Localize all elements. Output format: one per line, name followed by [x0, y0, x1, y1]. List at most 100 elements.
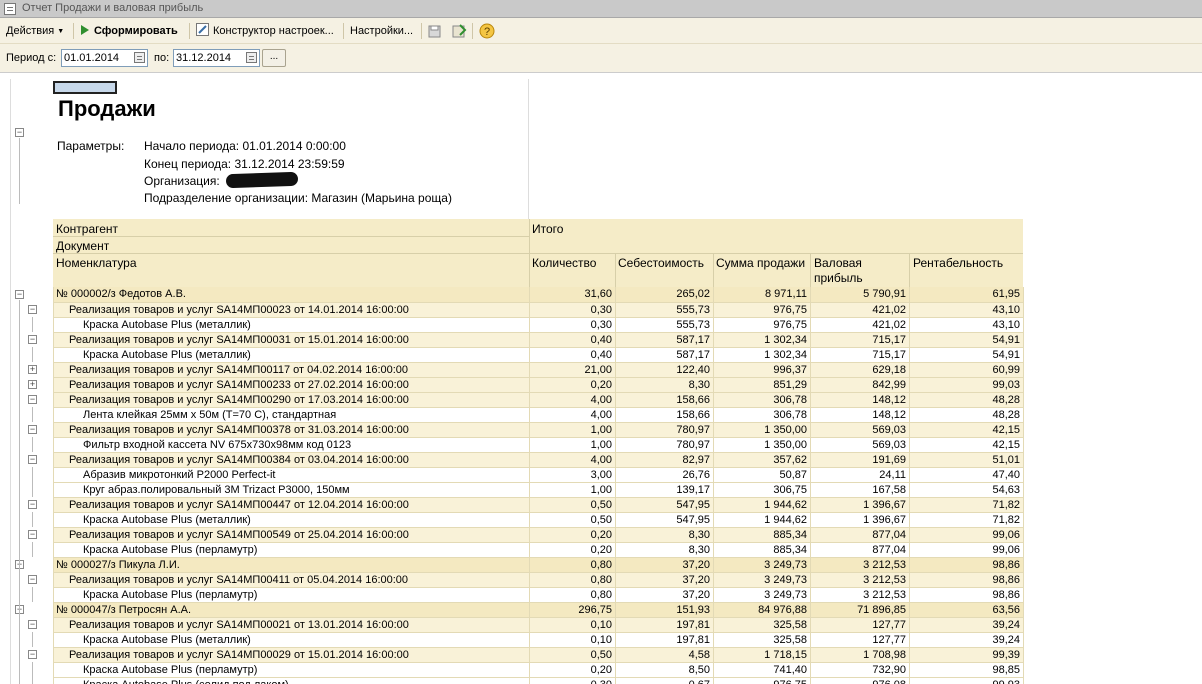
- row-gross-profit: 842,99: [810, 377, 910, 393]
- row-cost: 8,30: [615, 377, 714, 393]
- row-cost: 37,20: [615, 587, 714, 603]
- col-cost: Себестоимость: [618, 256, 705, 270]
- tree-line: [32, 407, 33, 422]
- calendar-icon[interactable]: [134, 52, 145, 63]
- item-row[interactable]: Абразив микротонкий P2000 Perfect-it 3,00…: [53, 467, 1024, 483]
- row-profitability: 54,91: [909, 332, 1024, 348]
- item-row[interactable]: Краска Autobase Plus (металлик) 0,10 197,8…: [53, 632, 1024, 648]
- item-row[interactable]: Краска Autobase Plus (металлик) 0,30 555,7…: [53, 317, 1024, 333]
- item-row[interactable]: Краска Autobase Plus (перламутр) 0,20 8,30…: [53, 542, 1024, 558]
- row-quantity: 0,40: [529, 332, 616, 348]
- row-gross-profit: 629,18: [810, 362, 910, 378]
- generate-button[interactable]: Сформировать: [81, 22, 178, 40]
- counterparty-row[interactable]: № 000047/з Петросян А.А. 296,75 151,93 84 9…: [53, 602, 1024, 618]
- settings-button[interactable]: Настройки...: [350, 22, 413, 40]
- row-name: Реализация товаров и услуг SA14МП00117 о…: [53, 362, 530, 378]
- row-cost: 4,58: [615, 647, 714, 663]
- item-row[interactable]: Фильтр входной кассета NV 675х730х98мм к…: [53, 437, 1024, 453]
- document-row[interactable]: Реализация товаров и услуг SA14МП00021 о…: [53, 617, 1024, 633]
- column-header: Контрагент Документ Номенклатура Итого К…: [53, 219, 1023, 287]
- row-profitability: 48,28: [909, 407, 1024, 423]
- document-row[interactable]: Реализация товаров и услуг SA14МП00031 о…: [53, 332, 1024, 348]
- row-quantity: 0,50: [529, 497, 616, 513]
- row-cost: 37,20: [615, 572, 714, 588]
- row-profitability: 47,40: [909, 467, 1024, 483]
- row-name: Реализация товаров и услуг SA14МП00378 о…: [53, 422, 530, 438]
- collapse-icon[interactable]: −: [28, 395, 37, 404]
- expand-icon[interactable]: +: [28, 380, 37, 389]
- expand-icon[interactable]: +: [28, 365, 37, 374]
- collapse-icon[interactable]: −: [28, 335, 37, 344]
- save-settings-icon[interactable]: [427, 23, 443, 39]
- collapse-icon[interactable]: −: [28, 530, 37, 539]
- counterparty-row[interactable]: № 000002/з Федотов А.В. 31,60 265,02 8 971,…: [53, 287, 1024, 303]
- row-gross-profit: 877,04: [810, 527, 910, 543]
- row-quantity: 3,00: [529, 467, 616, 483]
- row-cost: 122,40: [615, 362, 714, 378]
- grouping-gutter: [10, 79, 11, 684]
- calendar-icon[interactable]: [246, 52, 257, 63]
- row-cost: 587,17: [615, 332, 714, 348]
- document-row[interactable]: Реализация товаров и услуг SA14МП00233 о…: [53, 377, 1024, 393]
- row-gross-profit: 715,17: [810, 347, 910, 363]
- document-row[interactable]: Реализация товаров и услуг SA14МП00378 о…: [53, 422, 1024, 438]
- row-name: Абразив микротонкий P2000 Perfect-it: [53, 467, 530, 483]
- collapse-icon[interactable]: −: [28, 650, 37, 659]
- item-row[interactable]: Круг абраз.полировальный 3M Trizact P300…: [53, 482, 1024, 498]
- period-from-field[interactable]: 01.01.2014: [61, 49, 148, 67]
- param-period-start: Начало периода: 01.01.2014 0:00:00: [144, 139, 346, 153]
- group-header-document: Документ: [56, 239, 110, 253]
- period-select-button[interactable]: ...: [262, 49, 286, 67]
- row-gross-profit: 976,08: [810, 677, 910, 684]
- row-sales-sum: 1 350,00: [713, 437, 811, 453]
- collapse-icon[interactable]: −: [28, 425, 37, 434]
- tree-line: [32, 632, 33, 647]
- collapse-header-icon[interactable]: −: [15, 128, 24, 137]
- collapse-icon[interactable]: −: [28, 500, 37, 509]
- row-profitability: 43,10: [909, 302, 1024, 318]
- tree-line: [19, 300, 20, 684]
- collapse-icon[interactable]: −: [15, 290, 24, 299]
- row-cost: 8,50: [615, 662, 714, 678]
- collapse-icon[interactable]: −: [28, 455, 37, 464]
- document-row[interactable]: Реализация товаров и услуг SA14МП00411 о…: [53, 572, 1024, 588]
- toolbar-separator: [421, 23, 422, 39]
- counterparty-row[interactable]: № 000027/з Пикула Л.И. 0,80 37,20 3 249,73 3…: [53, 557, 1024, 573]
- document-row[interactable]: Реализация товаров и услуг SA14МП00023 о…: [53, 302, 1024, 318]
- settings-constructor-button[interactable]: Конструктор настроек...: [196, 22, 334, 40]
- row-gross-profit: 421,02: [810, 317, 910, 333]
- row-sales-sum: 3 249,73: [713, 572, 811, 588]
- actions-menu-button[interactable]: Действия ▼: [6, 22, 64, 40]
- selected-cell[interactable]: [53, 81, 117, 94]
- row-name: № 000002/з Федотов А.В.: [53, 287, 530, 303]
- item-row[interactable]: Лента клейкая 25мм х 50м (Т=70 С), станд…: [53, 407, 1024, 423]
- document-row[interactable]: Реализация товаров и услуг SA14МП00290 о…: [53, 392, 1024, 408]
- document-row[interactable]: Реализация товаров и услуг SA14МП00384 о…: [53, 452, 1024, 468]
- header-divider: [528, 79, 529, 219]
- row-sales-sum: 325,58: [713, 617, 811, 633]
- collapse-icon[interactable]: −: [28, 575, 37, 584]
- collapse-icon[interactable]: −: [28, 305, 37, 314]
- row-gross-profit: 3 212,53: [810, 572, 910, 588]
- item-row[interactable]: Краска Autobase Plus (металлик) 0,50 547,9…: [53, 512, 1024, 528]
- period-to-field[interactable]: 31.12.2014: [173, 49, 260, 67]
- item-row[interactable]: Краска Autobase Plus (металлик) 0,40 587,1…: [53, 347, 1024, 363]
- row-name: Фильтр входной кассета NV 675х730х98мм к…: [53, 437, 530, 453]
- row-profitability: 98,86: [909, 587, 1024, 603]
- row-name: Краска Autobase Plus (перламутр): [53, 542, 530, 558]
- item-row[interactable]: Краска Autobase Plus (перламутр) 0,80 37,2…: [53, 587, 1024, 603]
- report-spreadsheet[interactable]: − Продажи Параметры: Начало периода: 01.…: [0, 72, 1202, 684]
- collapse-icon[interactable]: −: [28, 620, 37, 629]
- header-line: [53, 236, 529, 237]
- tree-line: [19, 138, 20, 204]
- item-row[interactable]: Краска Autobase Plus (солид под лаком)0,…: [53, 677, 1024, 684]
- help-icon[interactable]: ?: [479, 23, 495, 39]
- document-row[interactable]: Реализация товаров и услуг SA14МП00447 о…: [53, 497, 1024, 513]
- document-row[interactable]: Реализация товаров и услуг SA14МП00117 о…: [53, 362, 1024, 378]
- document-row[interactable]: Реализация товаров и услуг SA14МП00549 о…: [53, 527, 1024, 543]
- item-row[interactable]: Краска Autobase Plus (перламутр) 0,20 8,50…: [53, 662, 1024, 678]
- document-row[interactable]: Реализация товаров и услуг SA14МП00029 о…: [53, 647, 1024, 663]
- row-cost: 547,95: [615, 512, 714, 528]
- restore-settings-icon[interactable]: [451, 23, 467, 39]
- row-profitability: 43,10: [909, 317, 1024, 333]
